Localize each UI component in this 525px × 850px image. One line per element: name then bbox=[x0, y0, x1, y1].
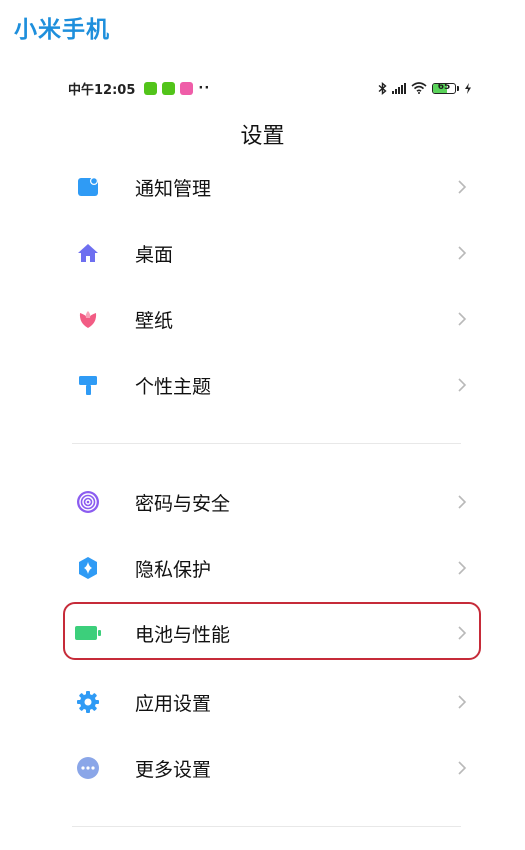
app-notification-icon bbox=[180, 81, 194, 95]
battery-level-text: 65 bbox=[437, 82, 451, 92]
status-right: 65 bbox=[378, 81, 472, 95]
settings-item-notifications[interactable]: 通知管理 bbox=[72, 160, 469, 214]
gear-icon bbox=[74, 688, 102, 716]
chevron-right-icon bbox=[458, 312, 467, 326]
page-title: 设置 bbox=[240, 124, 285, 149]
app-notification-icon bbox=[144, 81, 158, 95]
settings-item-themes[interactable]: 个性主题 bbox=[72, 358, 469, 412]
settings-item-label: 壁纸 bbox=[135, 309, 174, 332]
settings-item-label: 隐私保护 bbox=[135, 558, 212, 581]
bluetooth-icon bbox=[378, 81, 387, 95]
battery-tip bbox=[457, 85, 459, 91]
settings-item-label: 应用设置 bbox=[135, 692, 212, 715]
more-notifications-indicator: ·· bbox=[198, 80, 211, 96]
settings-item-label: 通知管理 bbox=[135, 177, 212, 200]
settings-item-wallpaper[interactable]: 壁纸 bbox=[72, 292, 469, 346]
settings-item-password-security[interactable]: 密码与安全 bbox=[72, 475, 469, 529]
chevron-right-icon bbox=[458, 695, 467, 709]
settings-item-desktop[interactable]: 桌面 bbox=[72, 226, 469, 280]
section-divider bbox=[72, 826, 461, 827]
app-notification-icon bbox=[162, 81, 176, 95]
privacy-shield-icon bbox=[74, 554, 102, 582]
settings-item-label: 桌面 bbox=[135, 243, 174, 266]
notification-icon bbox=[74, 173, 102, 201]
chevron-right-icon bbox=[458, 495, 467, 509]
signal-icon bbox=[392, 82, 406, 94]
chevron-right-icon bbox=[458, 378, 467, 392]
paint-roller-icon bbox=[74, 371, 102, 399]
fingerprint-icon bbox=[74, 488, 102, 516]
wifi-icon bbox=[411, 82, 427, 94]
settings-item-label: 个性主题 bbox=[135, 375, 212, 398]
settings-item-app-settings[interactable]: 应用设置 bbox=[72, 675, 469, 729]
more-dots-icon bbox=[74, 754, 102, 782]
settings-item-label: 更多设置 bbox=[135, 758, 212, 781]
tulip-icon bbox=[74, 305, 102, 333]
status-bar: 中午12:05 ·· 65 bbox=[68, 78, 472, 98]
settings-screen: 小米手机 中午12:05 ·· 65 设置 通知管理 桌面 壁纸 个性主题 密码… bbox=[0, 0, 525, 850]
chevron-right-icon bbox=[458, 180, 467, 194]
section-divider bbox=[72, 443, 461, 444]
chevron-right-icon bbox=[458, 761, 467, 775]
app-title: 小米手机 bbox=[14, 17, 110, 43]
settings-item-more-settings[interactable]: 更多设置 bbox=[72, 741, 469, 795]
chevron-right-icon bbox=[458, 561, 467, 575]
battery-body: 65 bbox=[432, 82, 456, 94]
lightning-icon bbox=[465, 82, 471, 94]
settings-item-label: 密码与安全 bbox=[135, 492, 231, 515]
home-icon bbox=[74, 239, 102, 267]
chevron-right-icon bbox=[458, 246, 467, 260]
highlight-outline bbox=[63, 602, 481, 660]
settings-item-privacy[interactable]: 隐私保护 bbox=[72, 541, 469, 595]
battery-indicator: 65 bbox=[432, 82, 459, 94]
status-time: 中午12:05 bbox=[68, 82, 136, 98]
status-left: 中午12:05 ·· bbox=[68, 79, 210, 98]
